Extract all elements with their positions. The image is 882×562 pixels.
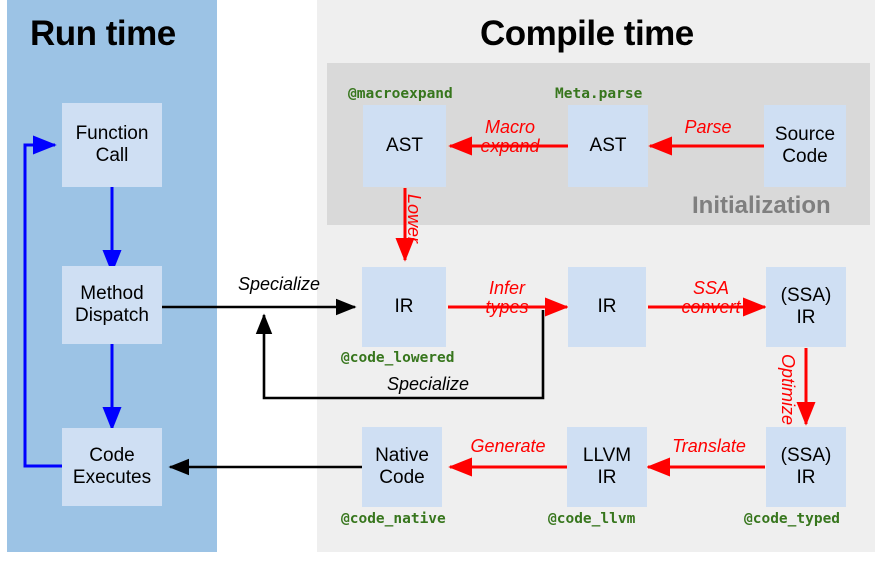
node-ir-inferred-label: IR <box>597 296 617 318</box>
node-llvm-ir-label: LLVM IR <box>582 445 632 488</box>
node-method-dispatch-label: Method Dispatch <box>75 283 149 326</box>
diagram-canvas: Run time Compile time Initialization Fun… <box>0 0 882 562</box>
annotation-code-lowered: @code_lowered <box>341 350 455 366</box>
node-source-code[interactable]: Source Code <box>764 105 846 187</box>
edge-label-specialize-loop: Specialize <box>386 374 470 394</box>
node-source-code-label: Source Code <box>774 124 836 167</box>
edge-label-ssa-convert: SSA convert <box>681 278 741 317</box>
node-function-call-label: Function Call <box>75 123 149 166</box>
node-ir-inferred[interactable]: IR <box>568 267 646 347</box>
runtime-phase-title: Run time <box>30 14 176 53</box>
node-code-executes[interactable]: Code Executes <box>62 428 162 506</box>
node-ast-expanded[interactable]: AST <box>363 105 446 187</box>
annotation-macroexpand: @macroexpand <box>348 86 453 102</box>
compile-phase-title: Compile time <box>480 14 694 53</box>
node-ir-lowered[interactable]: IR <box>362 267 446 347</box>
edge-label-generate: Generate <box>470 436 546 456</box>
node-ast-parsed[interactable]: AST <box>568 105 648 187</box>
edge-label-lower: Lower <box>404 194 424 244</box>
node-native-code-label: Native Code <box>375 445 429 488</box>
node-llvm-ir[interactable]: LLVM IR <box>567 427 647 507</box>
annotation-code-native: @code_native <box>341 511 446 527</box>
node-ast-expanded-label: AST <box>386 135 423 157</box>
node-ssa-ir-optimized[interactable]: (SSA) IR <box>766 427 846 507</box>
node-function-call[interactable]: Function Call <box>62 103 162 187</box>
node-method-dispatch[interactable]: Method Dispatch <box>62 266 162 344</box>
initialization-phase-title: Initialization <box>692 192 831 219</box>
node-ssa-ir-typed-label: (SSA) IR <box>780 285 832 328</box>
edge-label-specialize-top: Specialize <box>237 274 321 294</box>
annotation-meta-parse: Meta.parse <box>555 86 643 102</box>
node-ast-parsed-label: AST <box>589 135 627 157</box>
node-ir-lowered-label: IR <box>394 296 414 318</box>
node-native-code[interactable]: Native Code <box>362 427 442 507</box>
node-ssa-ir-typed[interactable]: (SSA) IR <box>766 267 846 347</box>
node-code-executes-label: Code Executes <box>72 445 152 488</box>
annotation-code-typed: @code_typed <box>744 511 841 527</box>
edge-label-macro-expand: Macro expand <box>480 117 540 156</box>
node-ssa-ir-optimized-label: (SSA) IR <box>780 445 832 488</box>
edge-label-translate: Translate <box>672 436 746 456</box>
edge-label-optimize: Optimize <box>778 354 798 426</box>
edge-label-parse: Parse <box>684 117 732 137</box>
annotation-code-llvm: @code_llvm <box>548 511 636 527</box>
edge-label-infer-types: Infer types <box>485 278 529 317</box>
